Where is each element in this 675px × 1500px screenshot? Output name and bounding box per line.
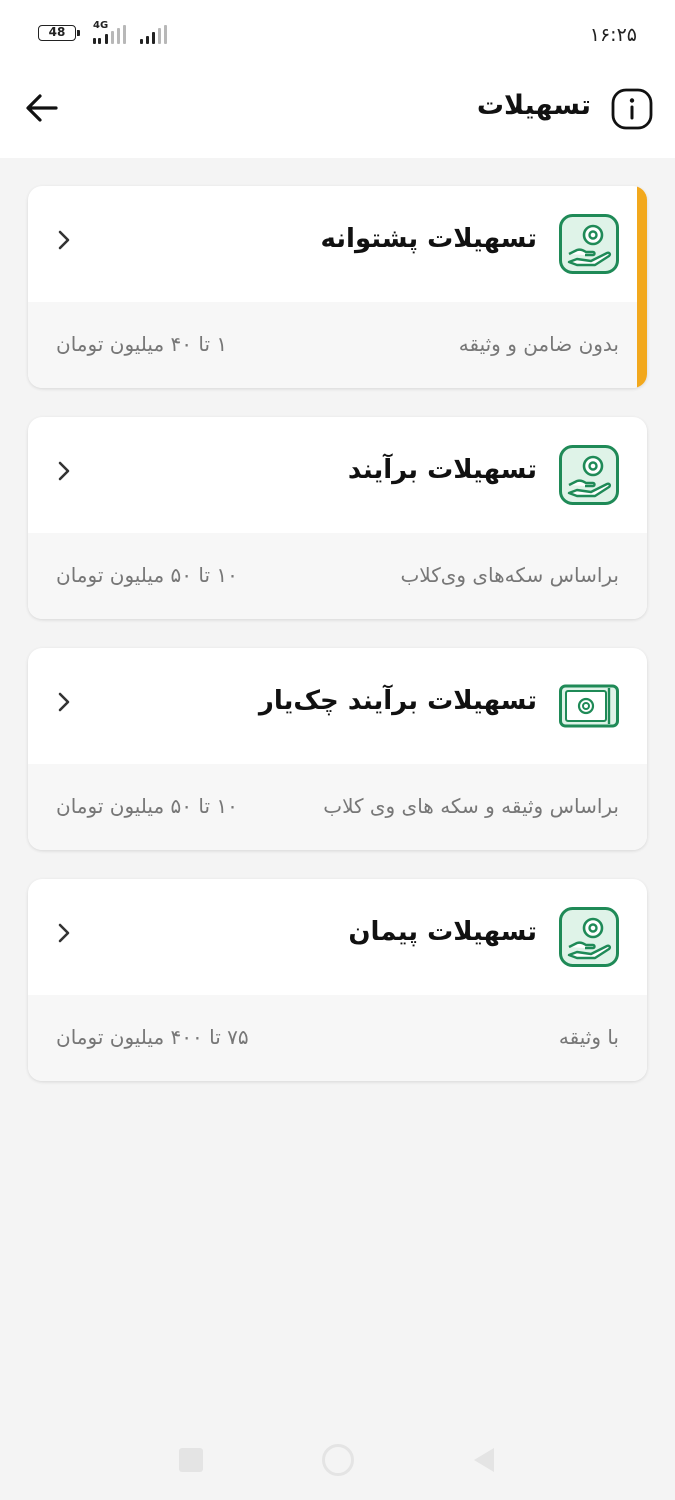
chevron-right-icon [58,461,70,481]
card-header: تسهیلات پشتوانه [28,186,647,302]
loan-card-poshtvaneh[interactable]: تسهیلات پشتوانه بدون ضامن و وثیقه ۱ تا ۴… [28,186,647,388]
loan-card-barayand[interactable]: تسهیلات برآیند براساس سکه‌های وی‌کلاب ۱۰… [28,417,647,619]
card-description: براساس وثیقه و سکه های وی کلاب [323,794,619,818]
page-title: تسهیلات [476,90,591,121]
battery-indicator: 48 [38,25,80,41]
arrow-left-icon [26,94,58,122]
info-icon [611,88,653,130]
system-nav-bar [0,1420,675,1500]
back-button[interactable] [22,88,62,128]
home-button[interactable] [322,1444,354,1476]
loan-card-barayand-chekyar[interactable]: تسهیلات برآیند چک‌یار براساس وثیقه و سکه… [28,648,647,850]
card-header: تسهیلات برآیند چک‌یار [28,648,647,764]
hand-coin-icon [559,214,619,274]
card-amount-range: ۱۰ تا ۵۰ میلیون تومان [56,794,238,818]
back-triangle-icon[interactable] [470,1445,498,1475]
card-amount-range: ۷۵ تا ۴۰۰ میلیون تومان [56,1025,249,1049]
battery-level: 48 [48,25,66,39]
card-details: بدون ضامن و وثیقه ۱ تا ۴۰ میلیون تومان [28,302,647,388]
signal-strength-icon-2 [140,24,170,44]
info-button[interactable] [611,88,653,130]
card-details: براساس سکه‌های وی‌کلاب ۱۰ تا ۵۰ میلیون ت… [28,533,647,619]
app-header: تسهیلات [0,70,675,158]
card-title: تسهیلات پیمان [348,917,537,947]
card-details: با وثیقه ۷۵ تا ۴۰۰ میلیون تومان [28,995,647,1081]
recent-apps-button[interactable] [179,1448,203,1472]
card-header: تسهیلات برآیند [28,417,647,533]
hand-coin-icon [559,445,619,505]
card-description: براساس سکه‌های وی‌کلاب [400,563,619,587]
banknote-icon [559,684,619,728]
loan-card-peyman[interactable]: تسهیلات پیمان با وثیقه ۷۵ تا ۴۰۰ میلیون … [28,879,647,1081]
card-title: تسهیلات برآیند [347,455,537,485]
card-title: تسهیلات پشتوانه [320,224,538,254]
hand-coin-icon [559,907,619,967]
chevron-right-icon [58,692,70,712]
status-bar: 48 4G ۱۶:۲۵ [0,0,675,70]
card-description: بدون ضامن و وثیقه [458,332,619,356]
card-description: با وثیقه [558,1025,619,1049]
chevron-right-icon [58,923,70,943]
card-amount-range: ۱ تا ۴۰ میلیون تومان [56,332,228,356]
card-details: براساس وثیقه و سکه های وی کلاب ۱۰ تا ۵۰ … [28,764,647,850]
card-title: تسهیلات برآیند چک‌یار [258,686,537,716]
card-header: تسهیلات پیمان [28,879,647,995]
signal-strength-icon [93,24,133,44]
card-amount-range: ۱۰ تا ۵۰ میلیون تومان [56,563,238,587]
selected-accent-bar [637,186,647,388]
clock: ۱۶:۲۵ [589,24,637,46]
chevron-right-icon [58,230,70,250]
